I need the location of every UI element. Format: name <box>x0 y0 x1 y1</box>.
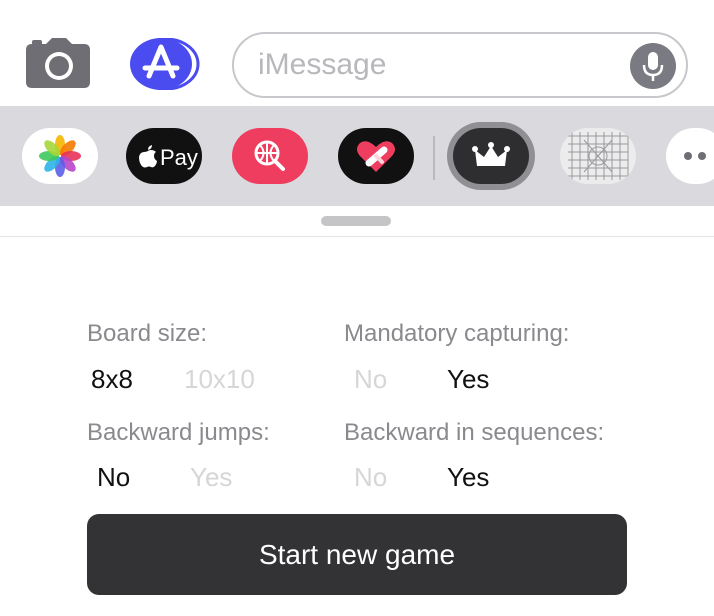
board-size-label: Board size: <box>87 320 208 347</box>
board-size-option-10x10[interactable]: 10x10 <box>184 364 255 395</box>
backward-in-sequences-option-yes[interactable]: Yes <box>447 462 489 493</box>
checkers-app-button[interactable] <box>447 122 535 190</box>
app-store-icon[interactable] <box>130 37 200 91</box>
digital-touch-app-button[interactable] <box>338 128 414 184</box>
crown-icon <box>453 128 529 184</box>
board-size-option-8x8[interactable]: 8x8 <box>91 364 133 395</box>
photos-app-button[interactable] <box>22 128 98 184</box>
grid-app-button[interactable] <box>560 128 636 184</box>
backward-in-sequences-option-no[interactable]: No <box>354 462 387 493</box>
more-icon <box>684 152 706 160</box>
globe-search-icon <box>254 140 285 171</box>
grid-icon <box>568 132 629 180</box>
photos-icon <box>39 135 81 177</box>
message-composer-bar <box>0 0 714 106</box>
backward-in-sequences-label: Backward in sequences: <box>344 419 605 446</box>
apple-icon <box>139 145 157 168</box>
pay-label: Pay <box>160 145 198 170</box>
backward-jumps-option-no[interactable]: No <box>97 462 130 493</box>
mandatory-capturing-option-yes[interactable]: Yes <box>447 364 489 395</box>
apple-pay-app-button[interactable]: Pay <box>126 128 202 184</box>
backward-jumps-option-yes[interactable]: Yes <box>190 462 232 493</box>
imessage-input[interactable] <box>258 44 618 86</box>
sheet-separator <box>0 236 714 237</box>
camera-icon[interactable] <box>26 38 90 88</box>
imessage-field[interactable] <box>232 32 688 98</box>
drawer-divider <box>433 136 435 180</box>
backward-jumps-label: Backward jumps: <box>87 419 270 446</box>
microphone-icon[interactable] <box>630 43 676 89</box>
app-drawer: Pay <box>0 106 714 206</box>
image-search-app-button[interactable] <box>232 128 308 184</box>
sheet-grabber[interactable] <box>321 216 391 226</box>
game-options-sheet: Board size: 8x8 10x10 Mandatory capturin… <box>0 206 714 616</box>
start-new-game-button[interactable]: Start new game <box>87 514 627 595</box>
heart-icon <box>357 141 395 172</box>
more-apps-button[interactable] <box>666 128 714 184</box>
mandatory-capturing-option-no[interactable]: No <box>354 364 387 395</box>
mandatory-capturing-label: Mandatory capturing: <box>344 320 570 347</box>
